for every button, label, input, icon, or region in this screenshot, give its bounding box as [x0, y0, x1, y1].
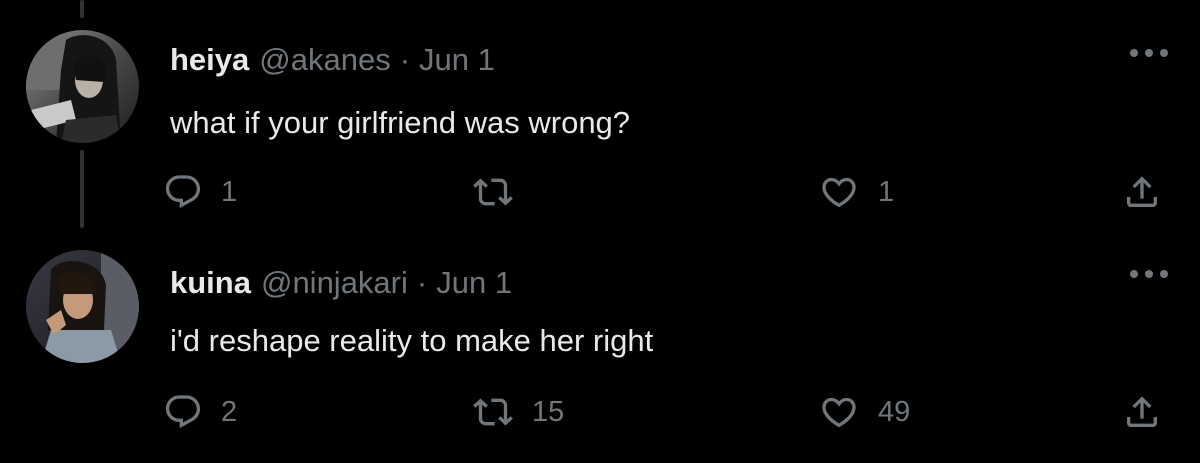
user-handle[interactable]: @akanes	[259, 42, 390, 78]
retweet-button[interactable]: 15	[472, 392, 564, 432]
more-icon	[1130, 270, 1168, 278]
avatar[interactable]	[26, 30, 139, 143]
retweet-icon	[473, 178, 513, 206]
separator-dot: ·	[416, 265, 428, 300]
like-count: 1	[878, 175, 895, 208]
like-count: 49	[878, 395, 911, 428]
tweet-date[interactable]: Jun 1	[419, 42, 495, 78]
share-button[interactable]	[1122, 392, 1162, 432]
reply-button[interactable]: 2	[163, 392, 237, 432]
reply-icon	[165, 175, 201, 209]
share-button[interactable]	[1122, 172, 1162, 212]
share-icon	[1127, 176, 1157, 207]
display-name[interactable]: kuina	[170, 265, 251, 301]
tweet[interactable]: heiya @akanes · Jun 1 what if your girlf…	[0, 0, 1200, 235]
reply-count: 2	[221, 395, 238, 428]
more-options-button[interactable]	[1128, 267, 1170, 281]
tweet[interactable]: kuina @ninjakari · Jun 1 i'd reshape rea…	[0, 235, 1200, 463]
heart-icon	[822, 177, 856, 208]
share-icon	[1127, 396, 1157, 427]
avatar[interactable]	[26, 250, 139, 363]
retweet-button[interactable]	[472, 172, 532, 212]
tweet-header: heiya @akanes · Jun 1	[170, 42, 495, 78]
reply-icon	[165, 395, 201, 429]
retweet-count: 15	[532, 395, 565, 428]
tweet-text: what if your girlfriend was wrong?	[170, 105, 631, 140]
tweet-actions: 2 15 49	[0, 392, 1200, 436]
tweet-text: i'd reshape reality to make her right	[170, 323, 654, 358]
reply-count: 1	[221, 175, 238, 208]
separator-dot: ·	[399, 42, 411, 77]
like-button[interactable]: 1	[818, 172, 894, 212]
more-icon	[1130, 49, 1168, 57]
tweet-actions: 1 1	[0, 172, 1200, 216]
user-handle[interactable]: @ninjakari	[261, 265, 408, 301]
like-button[interactable]: 49	[818, 392, 910, 432]
reply-button[interactable]: 1	[163, 172, 237, 212]
display-name[interactable]: heiya	[170, 42, 249, 78]
heart-icon	[822, 397, 856, 428]
tweet-date[interactable]: Jun 1	[436, 265, 512, 301]
tweet-header: kuina @ninjakari · Jun 1	[170, 265, 512, 301]
retweet-icon	[473, 398, 513, 426]
more-options-button[interactable]	[1128, 46, 1170, 60]
